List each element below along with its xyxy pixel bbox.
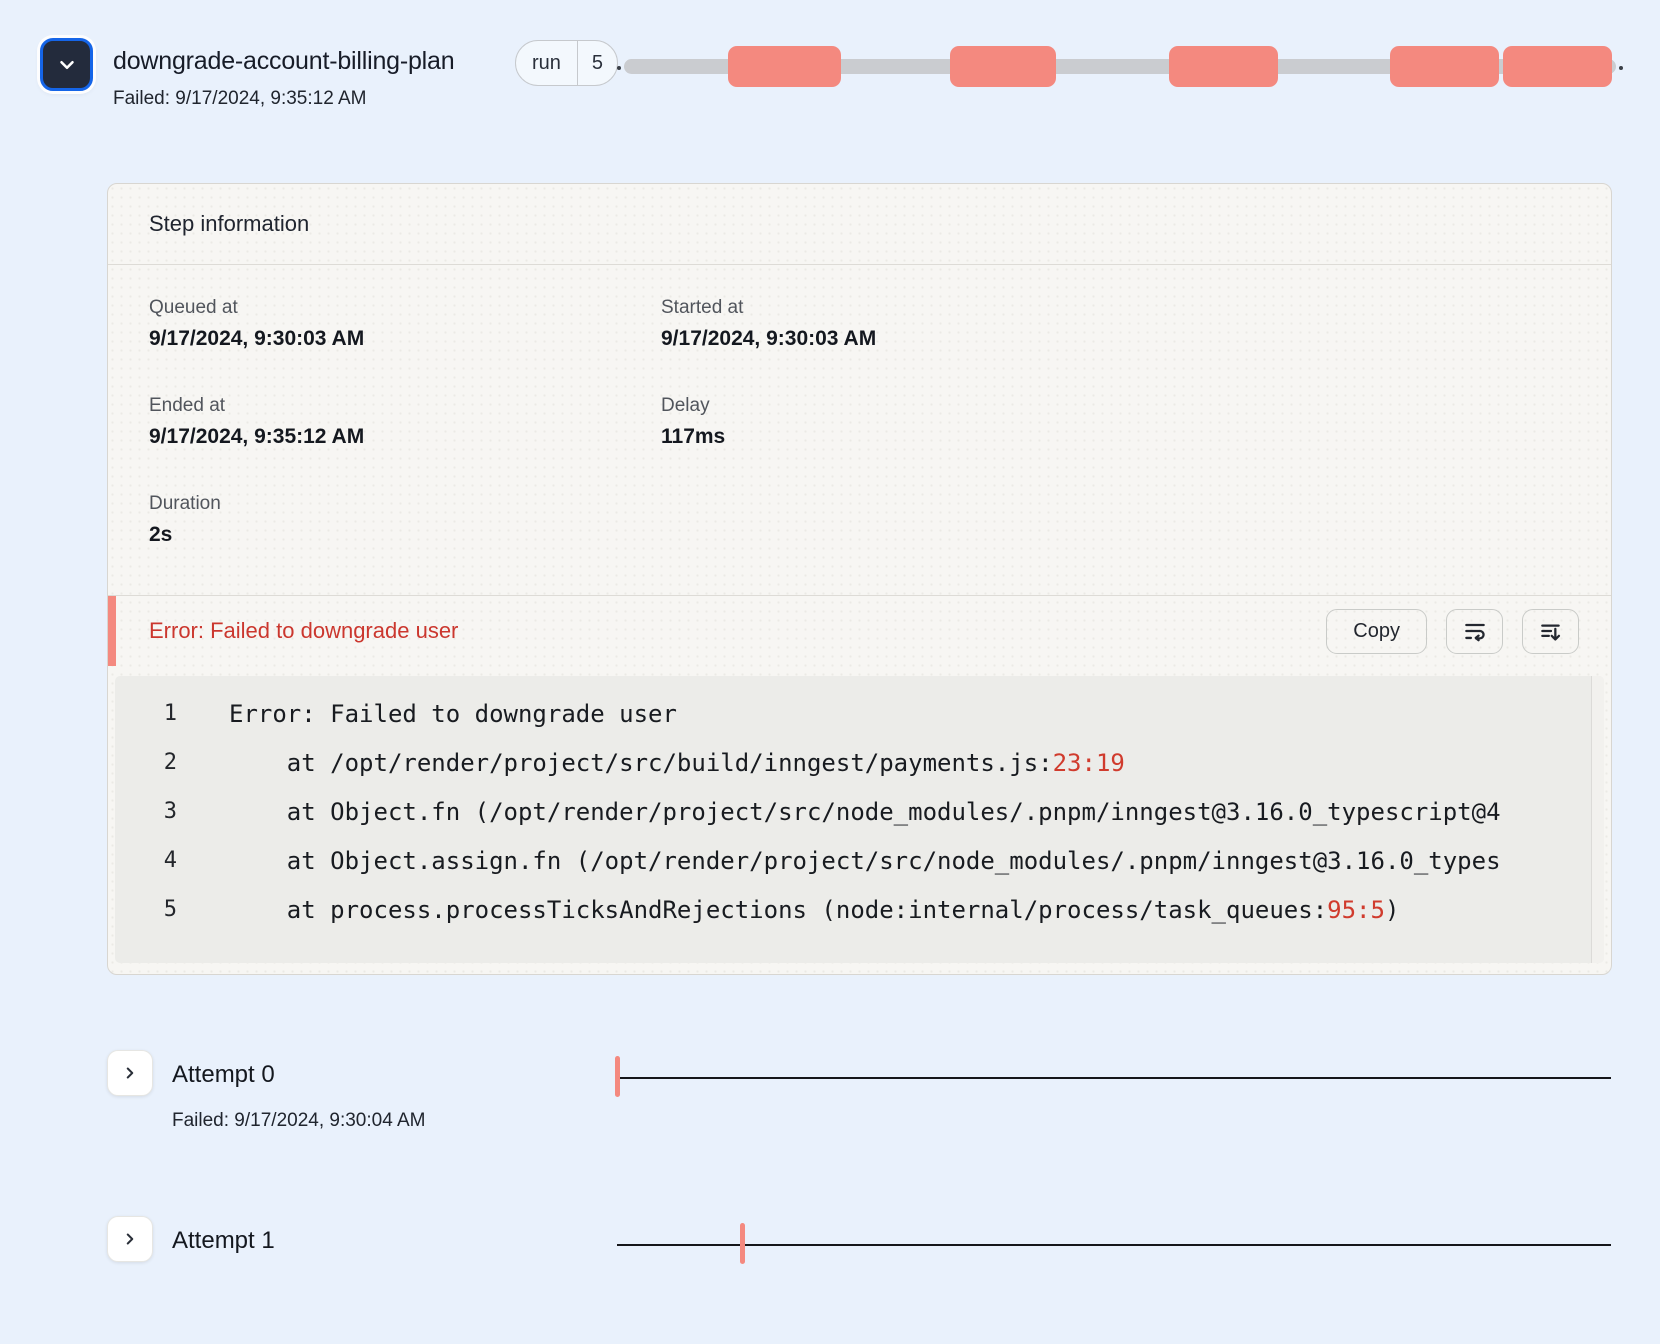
code-scrollbar[interactable] [1591,676,1604,963]
step-information-card: Step information Queued at 9/17/2024, 9:… [107,183,1612,975]
field-started-at: Started at 9/17/2024, 9:30:03 AM [661,297,1611,395]
step-status: Failed: 9/17/2024, 9:35:12 AM [113,88,473,110]
wrap-lines-icon [1462,618,1488,644]
step-detail-page: downgrade-account-billing-plan Failed: 9… [0,0,1660,1344]
attempt-0-expand-button[interactable] [107,1050,153,1096]
field-queued-at: Queued at 9/17/2024, 9:30:03 AM [149,297,661,395]
field-ended-at: Ended at 9/17/2024, 9:35:12 AM [149,395,661,493]
attempt-0-failure-tick[interactable] [615,1056,620,1097]
attempt-0-timeline [617,1077,1611,1079]
scroll-to-bottom-icon [1538,618,1564,644]
attempt-1-label: Attempt 1 [172,1227,275,1255]
timeline-failed-segment[interactable] [1503,46,1612,87]
timeline-end-dot [1619,66,1623,70]
line-number: 3 [115,799,177,824]
step-name: downgrade-account-billing-plan [113,42,473,81]
chevron-right-icon [121,1064,139,1082]
wrap-lines-button[interactable] [1446,609,1503,654]
timeline-failed-segment[interactable] [1169,46,1278,87]
stack-line: 3 at Object.fn (/opt/render/project/src/… [115,787,1604,836]
stack-trace-viewer: 1Error: Failed to downgrade user 2 at /o… [115,676,1604,963]
attempt-0-status: Failed: 9/17/2024, 9:30:04 AM [172,1110,426,1132]
error-actions: Copy [1326,609,1579,654]
line-number: 4 [115,848,177,873]
run-badge-count: 5 [577,41,617,85]
run-badge[interactable]: run 5 [515,40,618,86]
error-banner: Error: Failed to downgrade user Copy [108,595,1611,666]
field-duration: Duration 2s [149,493,661,591]
timeline-failed-segment[interactable] [728,46,841,87]
collapse-step-button[interactable] [40,38,93,91]
error-message: Error: Failed to downgrade user [149,618,458,644]
line-number: 1 [115,701,177,726]
attempt-1-expand-button[interactable] [107,1216,153,1262]
attempt-1-failure-tick[interactable] [740,1223,745,1264]
line-number: 2 [115,750,177,775]
attempt-0-label: Attempt 0 [172,1061,275,1089]
chevron-down-icon [56,54,78,76]
field-delay: Delay 117ms [661,395,1611,493]
scroll-to-bottom-button[interactable] [1522,609,1579,654]
timeline-failed-segment[interactable] [1390,46,1499,87]
stack-line: 5 at process.processTicksAndRejections (… [115,885,1604,934]
step-title-block: downgrade-account-billing-plan Failed: 9… [113,42,473,110]
stack-line: 4 at Object.assign.fn (/opt/render/proje… [115,836,1604,885]
attempt-1-timeline [617,1244,1611,1246]
error-accent-bar [108,596,116,666]
timeline-failed-segment[interactable] [950,46,1056,87]
chevron-right-icon [121,1230,139,1248]
timeline-start-dot [617,66,621,70]
step-info-grid: Queued at 9/17/2024, 9:30:03 AM Started … [108,265,1611,595]
line-number: 5 [115,897,177,922]
card-title: Step information [108,184,1611,265]
copy-button[interactable]: Copy [1326,609,1427,654]
stack-line: 1Error: Failed to downgrade user [115,689,1604,738]
run-badge-label: run [516,41,577,85]
stack-line: 2 at /opt/render/project/src/build/innge… [115,738,1604,787]
